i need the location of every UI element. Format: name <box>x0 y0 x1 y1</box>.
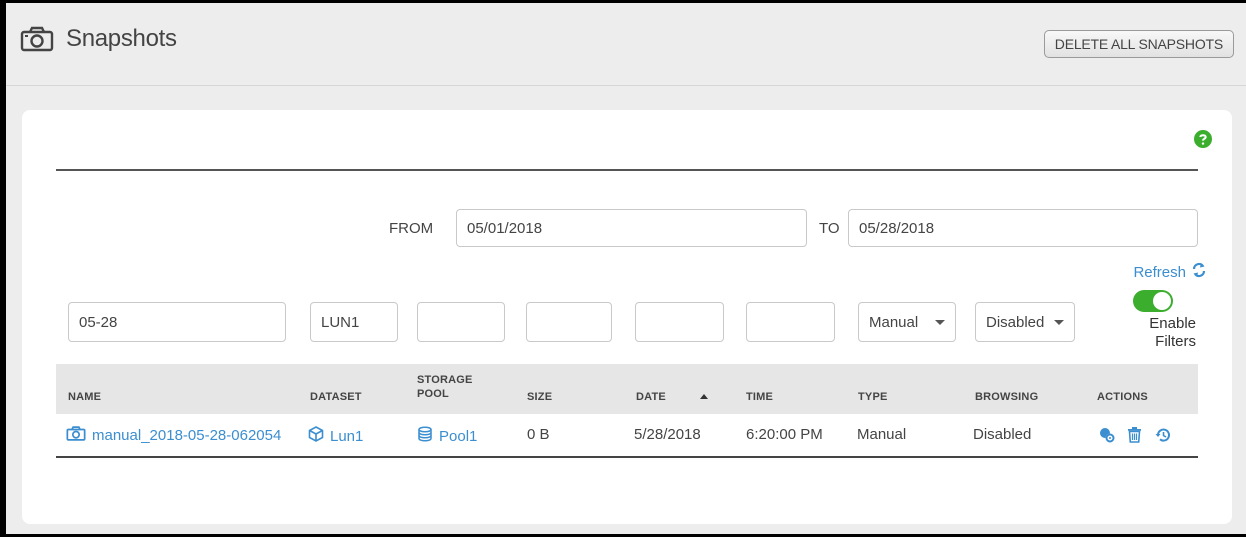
type-filter-select[interactable]: Manual <box>858 302 956 342</box>
column-time[interactable]: TIME <box>746 391 773 403</box>
column-actions: ACTIONS <box>1097 391 1148 403</box>
restore-icon[interactable] <box>1155 427 1171 448</box>
snapshot-name: manual_2018-05-28-062054 <box>92 427 282 444</box>
enable-filters-label-line2: Filters <box>1155 333 1196 350</box>
storage-pool-filter-input[interactable] <box>417 302 505 342</box>
clone-settings-icon[interactable] <box>1099 427 1115 448</box>
column-storage-pool-line2: POOL <box>417 388 449 400</box>
database-icon <box>417 426 439 446</box>
type-cell: Manual <box>857 426 907 443</box>
time-filter-input[interactable] <box>746 302 835 342</box>
date-filter-input[interactable] <box>635 302 724 342</box>
refresh-button[interactable]: Refresh <box>1133 262 1206 283</box>
column-storage-pool[interactable]: STORAGE POOL <box>417 373 473 401</box>
enable-filters-label-line1: Enable <box>1149 315 1196 332</box>
column-size[interactable]: SIZE <box>527 391 552 403</box>
snapshot-name-link[interactable]: manual_2018-05-28-062054 <box>66 426 281 445</box>
from-label: FROM <box>389 220 434 237</box>
column-name[interactable]: NAME <box>68 391 101 403</box>
time-cell: 6:20:00 PM <box>746 426 823 443</box>
help-icon[interactable] <box>1194 130 1212 153</box>
chevron-down-icon <box>935 319 945 325</box>
enable-filters-label: Enable Filters <box>1116 315 1196 351</box>
camera-icon <box>66 426 92 445</box>
dataset-filter-input[interactable] <box>310 302 398 342</box>
column-dataset[interactable]: DATASET <box>310 391 362 403</box>
camera-icon <box>20 26 54 52</box>
storage-pool-name: Pool1 <box>439 427 478 445</box>
from-date-input[interactable] <box>456 209 807 247</box>
refresh-icon <box>1192 262 1206 283</box>
delete-all-snapshots-button[interactable]: DELETE ALL SNAPSHOTS <box>1043 30 1234 58</box>
enable-filters-toggle[interactable] <box>1133 290 1173 312</box>
app-frame: Snapshots DELETE ALL SNAPSHOTS FROM TO R… <box>0 0 1246 537</box>
dataset-link[interactable]: Lun1 <box>308 426 363 446</box>
column-storage-pool-line1: STORAGE <box>417 374 473 386</box>
page-header: Snapshots DELETE ALL SNAPSHOTS <box>6 3 1246 86</box>
table-row: manual_2018-05-28-062054 Lun1 Pool1 0 B … <box>56 414 1198 458</box>
browsing-filter-value: Disabled <box>986 313 1045 331</box>
browsing-cell: Disabled <box>973 426 1032 443</box>
trash-icon[interactable] <box>1127 427 1142 448</box>
dataset-name: Lun1 <box>330 427 364 445</box>
browsing-filter-select[interactable]: Disabled <box>975 302 1075 342</box>
column-date[interactable]: DATE <box>636 391 666 403</box>
type-filter-value: Manual <box>869 313 919 331</box>
to-label: TO <box>819 220 840 237</box>
toggle-knob <box>1153 292 1171 310</box>
title-area: Snapshots <box>20 25 177 53</box>
column-browsing[interactable]: BROWSING <box>975 391 1038 403</box>
size-cell: 0 B <box>527 426 550 443</box>
size-filter-input[interactable] <box>526 302 612 342</box>
to-date-input[interactable] <box>848 209 1198 247</box>
storage-pool-link[interactable]: Pool1 <box>417 426 477 446</box>
snapshots-card: FROM TO Refresh Manual <box>22 110 1232 524</box>
cube-icon <box>308 426 330 446</box>
chevron-down-icon <box>1054 319 1064 325</box>
column-type[interactable]: TYPE <box>858 391 888 403</box>
page-title: Snapshots <box>66 25 177 52</box>
table-header: NAME DATASET STORAGE POOL SIZE DATE TIME… <box>56 364 1198 414</box>
section-divider <box>56 169 1198 171</box>
name-filter-input[interactable] <box>68 302 286 342</box>
refresh-label: Refresh <box>1133 264 1186 281</box>
date-cell: 5/28/2018 <box>634 426 701 443</box>
sort-ascending-icon[interactable] <box>700 394 708 399</box>
